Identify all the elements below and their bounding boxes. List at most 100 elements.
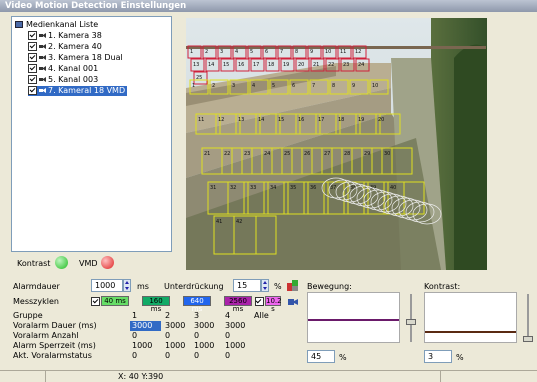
camera-video-frame[interactable]: 1 2 3 4 5 6 7 8 9 10 11 12 13 14 15 16 17 18 19 20 21 22 23 24 2… <box>186 18 487 270</box>
svg-text:37: 37 <box>330 185 336 191</box>
svg-text:19: 19 <box>283 62 289 68</box>
bewegung-title: Bewegung: <box>307 282 352 291</box>
row-label-alarm-sperrzeit: Alarm Sperrzeit (ms) <box>13 341 96 350</box>
kontrast-led-icon <box>55 256 68 269</box>
vmd-led-icon <box>101 256 114 269</box>
svg-text:32: 32 <box>230 185 236 191</box>
svg-text:17: 17 <box>253 62 259 68</box>
table-cell[interactable]: 1000 <box>225 341 245 351</box>
svg-text:10: 10 <box>372 83 378 89</box>
bewegung-slider[interactable] <box>404 292 418 343</box>
svg-text:3: 3 <box>232 83 235 89</box>
svg-text:17: 17 <box>318 117 324 123</box>
svg-text:15: 15 <box>278 117 284 123</box>
zones-tool-icon[interactable] <box>287 280 298 291</box>
camera-icon <box>39 33 46 38</box>
col-header-alle[interactable]: Alle <box>254 311 269 321</box>
bewegung-value-input[interactable]: 45 <box>307 350 335 363</box>
video-svg: 1 2 3 4 5 6 7 8 9 10 11 1213 14 15 16 17 18 19 20 21 22 23 242… <box>186 18 487 270</box>
tree-item-4[interactable]: 4. Kanal 001 <box>28 64 100 74</box>
checkbox-icon[interactable] <box>28 53 37 62</box>
bewegung-level-line <box>308 319 399 321</box>
status-divider <box>440 371 441 382</box>
svg-text:23: 23 <box>343 62 349 68</box>
unterdrueckung-spinner[interactable] <box>261 279 269 292</box>
camera-icon <box>39 55 46 60</box>
table-cell[interactable]: 0 <box>165 331 170 341</box>
kontrast-value-input[interactable]: 3 <box>424 350 452 363</box>
row-label-voralarm-dauer: Voralarm Dauer (ms) <box>13 321 97 330</box>
cycle-checkbox-1[interactable] <box>91 297 100 306</box>
svg-text:6: 6 <box>292 83 295 89</box>
checkbox-icon[interactable] <box>28 31 37 40</box>
kontrast-slider[interactable] <box>521 292 535 343</box>
row-label-voralarm-anzahl: Voralarm Anzahl <box>13 331 79 340</box>
svg-text:13: 13 <box>238 117 244 123</box>
tree-root[interactable]: Medienkanal Liste <box>15 20 98 30</box>
svg-text:22: 22 <box>328 62 334 68</box>
table-cell[interactable]: 3000 <box>194 321 214 331</box>
svg-text:6: 6 <box>265 49 268 55</box>
alarmdauer-input[interactable]: 1000 <box>91 279 123 292</box>
col-header-1: 1 <box>132 311 138 320</box>
table-cell[interactable]: 3000 <box>130 321 161 331</box>
slider-track <box>410 294 412 342</box>
table-cell[interactable]: 1000 <box>165 341 185 351</box>
table-cell[interactable]: 0 <box>225 331 230 341</box>
col-header-2: 2 <box>165 311 171 320</box>
messzyklen-label: Messzyklen <box>13 297 59 306</box>
tree-item-1[interactable]: 1. Kamera 38 <box>28 31 104 41</box>
svg-text:33: 33 <box>250 185 256 191</box>
alarmdauer-spinner[interactable] <box>123 279 131 292</box>
vmd-indicator-label: VMD <box>79 259 98 268</box>
svg-text:21: 21 <box>313 62 319 68</box>
camera-icon <box>39 66 46 71</box>
tree-item-3[interactable]: 3. Kamera 18 Dual <box>28 53 125 63</box>
table-cell[interactable]: 0 <box>194 331 199 341</box>
checkbox-icon[interactable] <box>28 42 37 51</box>
svg-text:3: 3 <box>220 49 223 55</box>
svg-text:18: 18 <box>338 117 344 123</box>
row-label-gruppe: Gruppe <box>13 311 43 320</box>
cycle-2: 160 ms <box>142 296 170 313</box>
svg-text:12: 12 <box>218 117 224 123</box>
table-cell: 0 <box>132 351 138 360</box>
svg-text:23: 23 <box>244 151 250 157</box>
camera-icon <box>39 44 46 49</box>
slider-thumb[interactable] <box>406 319 416 325</box>
tree-item-5[interactable]: 5. Kanal 003 <box>28 75 100 85</box>
alarmdauer-label: Alarmdauer <box>13 282 60 291</box>
tree-root-label: Medienkanal Liste <box>26 20 99 29</box>
tree-item-label: 7. Kameral 18 VMD <box>48 86 126 95</box>
table-cell[interactable]: 3000 <box>225 321 245 331</box>
unterdrueckung-unit: % <box>274 282 282 291</box>
status-divider <box>45 371 46 382</box>
table-cell[interactable]: 3000 <box>165 321 185 331</box>
channel-tree[interactable]: Medienkanal Liste 1. Kamera 38 2. Kamera… <box>11 16 172 252</box>
checkbox-icon[interactable] <box>28 86 37 95</box>
camera-select-icon[interactable] <box>287 296 298 307</box>
table-cell[interactable]: 0 <box>132 331 137 341</box>
svg-text:12: 12 <box>355 49 361 55</box>
slider-thumb[interactable] <box>523 336 533 342</box>
tree-item-2[interactable]: 2. Kamera 40 <box>28 42 104 52</box>
row-label-voralarmstatus: Akt. Voralarmstatus <box>13 351 92 360</box>
svg-text:20: 20 <box>298 62 304 68</box>
tree-item-label: 1. Kamera 38 <box>48 31 102 40</box>
alarmdauer-unit: ms <box>137 282 149 291</box>
table-cell[interactable]: 1000 <box>194 341 214 351</box>
cycle-checkbox-4[interactable] <box>254 297 264 306</box>
checkbox-icon[interactable] <box>28 75 37 84</box>
checkbox-icon[interactable] <box>28 64 37 73</box>
unterdrueckung-input[interactable]: 15 <box>233 279 261 292</box>
svg-text:29: 29 <box>364 151 370 157</box>
svg-text:11: 11 <box>198 117 204 123</box>
svg-text:13: 13 <box>193 62 199 68</box>
svg-text:24: 24 <box>358 62 364 68</box>
svg-text:27: 27 <box>324 151 330 157</box>
tree-item-6[interactable]: 7. Kameral 18 VMD <box>28 86 128 96</box>
cycle-4: 2560 ms <box>224 296 252 313</box>
kontrast-level-line <box>425 331 516 333</box>
media-list-icon <box>15 21 23 28</box>
table-cell[interactable]: 1000 <box>132 341 152 351</box>
